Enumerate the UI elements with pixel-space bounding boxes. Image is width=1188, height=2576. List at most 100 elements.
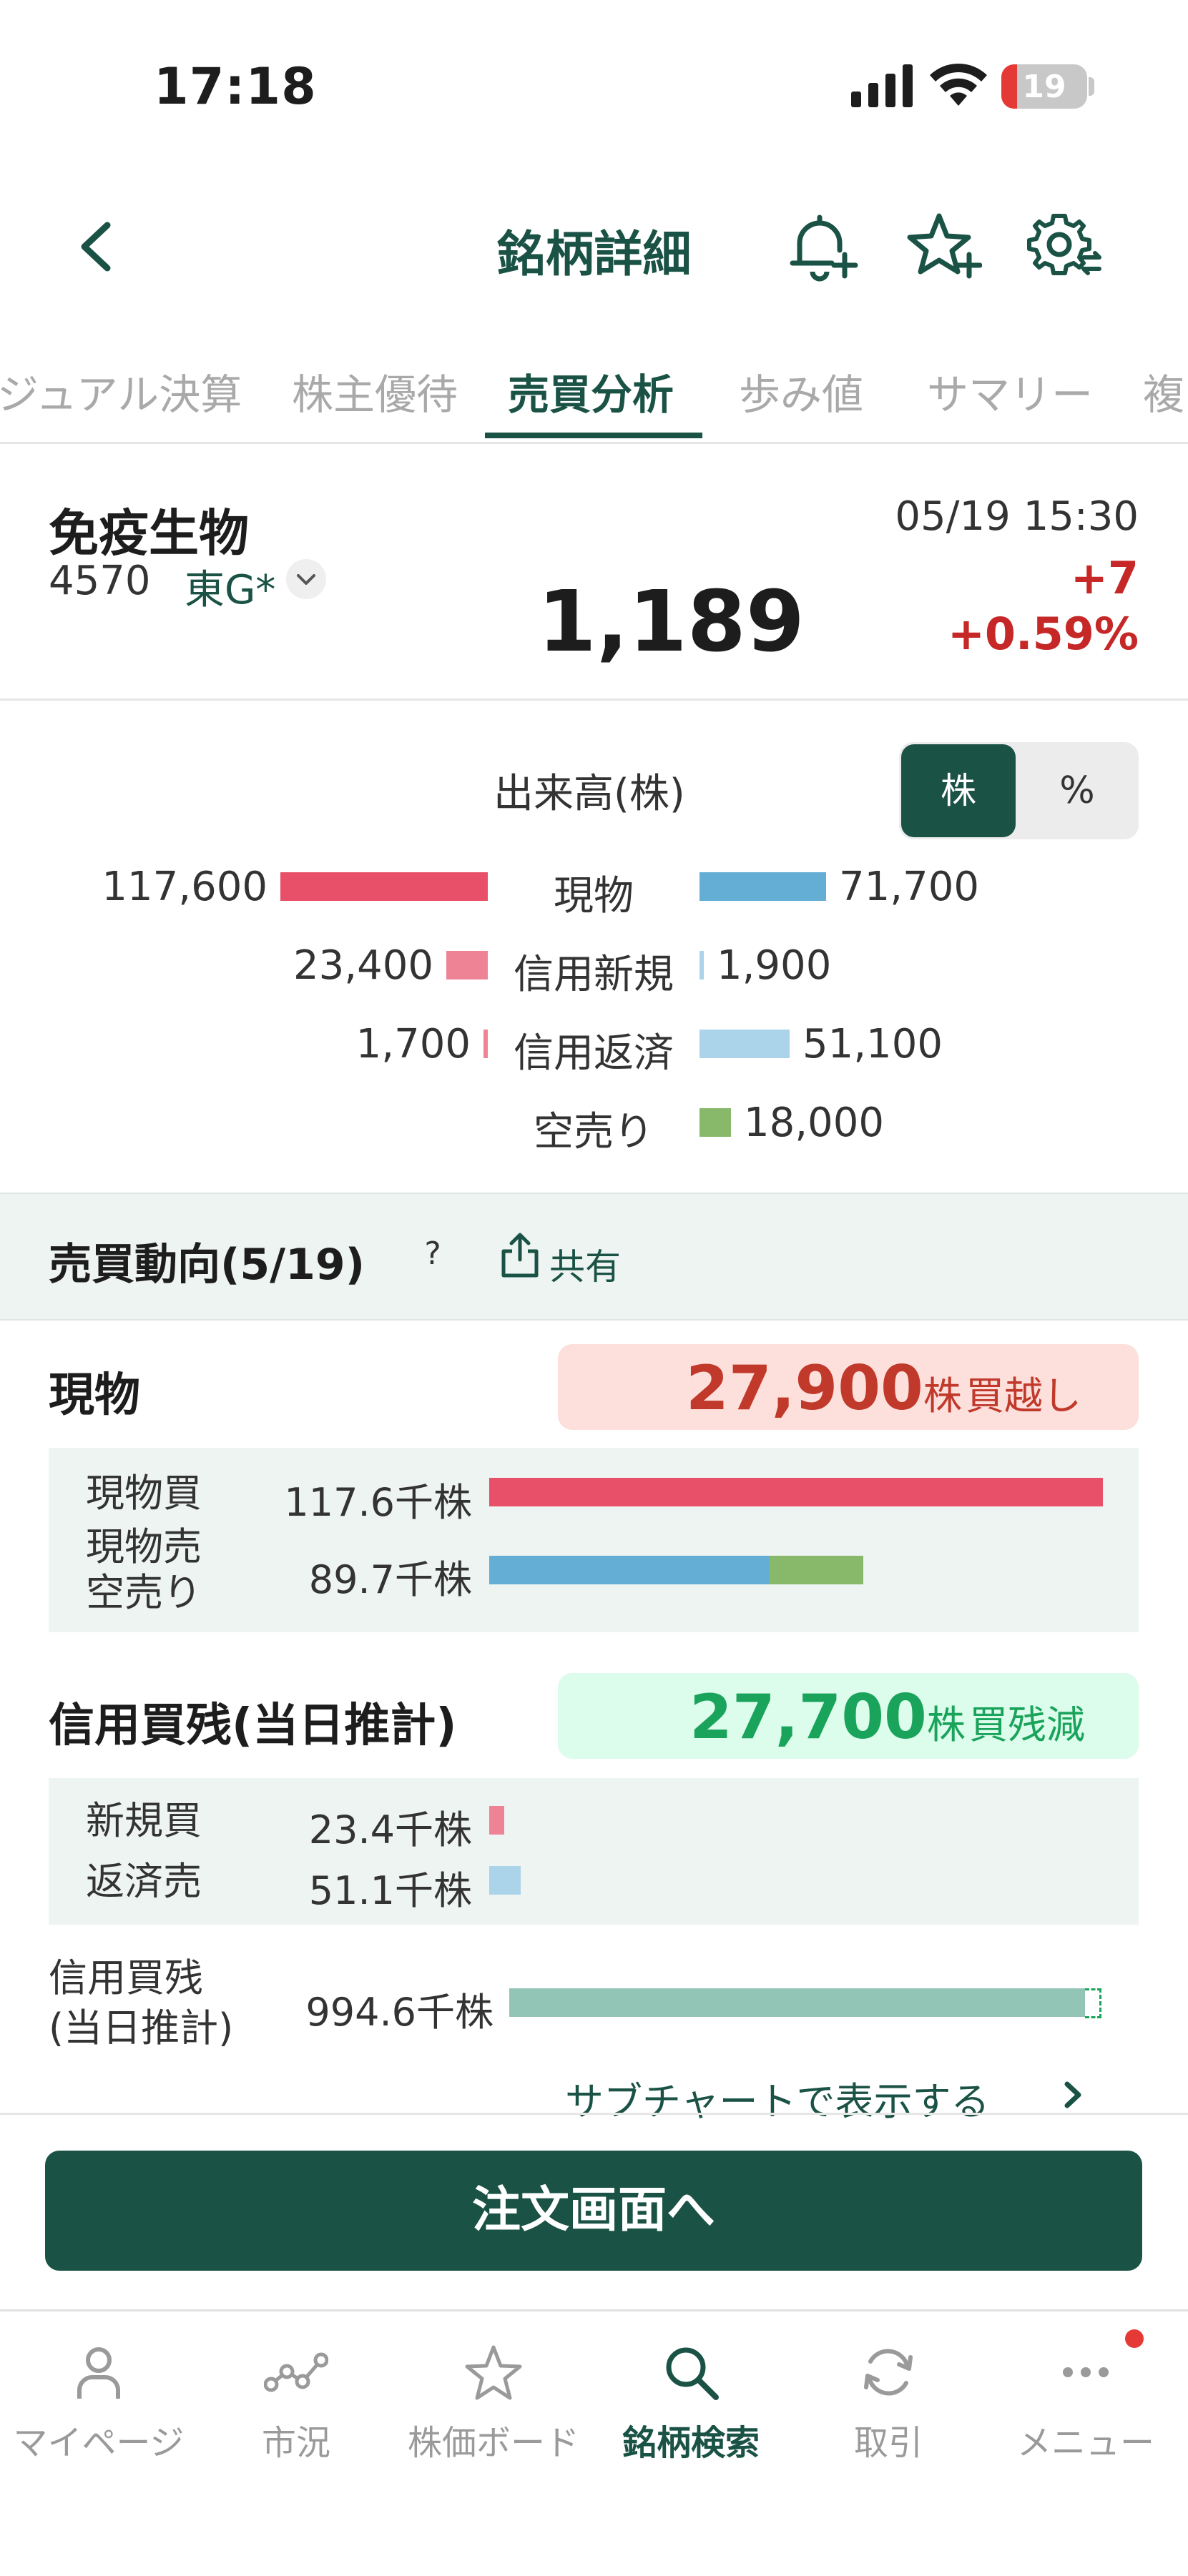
nav-menu[interactable]: メニュー bbox=[987, 2340, 1184, 2483]
new-buy-label: 新規買 bbox=[86, 1798, 202, 1843]
nav-price-board[interactable]: 株価ボード bbox=[395, 2340, 592, 2483]
repay-sell-value: 51.1千株 bbox=[308, 1868, 472, 1913]
volume-buy-bar bbox=[446, 951, 488, 979]
star-icon bbox=[465, 2345, 522, 2400]
volume-buy-value: 23,400 bbox=[293, 942, 433, 989]
page-title: 銘柄詳細 bbox=[496, 227, 692, 283]
short-sell-label: 空売り bbox=[86, 1570, 202, 1615]
volume-row-label: 信用新規 bbox=[514, 952, 674, 998]
volume-sell-bar bbox=[699, 872, 826, 901]
notification-badge bbox=[1125, 2329, 1144, 2348]
nav-mypage[interactable]: マイページ bbox=[0, 2340, 197, 2483]
toggle-percent[interactable]: % bbox=[1016, 744, 1139, 837]
cash-buy-label: 現物買 bbox=[86, 1471, 202, 1516]
share-label[interactable]: 共有 bbox=[549, 1238, 621, 1290]
nav-menu-label: メニュー bbox=[1016, 2423, 1154, 2463]
chevron-right-icon[interactable] bbox=[1059, 2077, 1087, 2113]
cash-sell-bar bbox=[489, 1556, 770, 1584]
volume-buy-bar bbox=[483, 1030, 488, 1058]
person-icon bbox=[77, 2347, 120, 2399]
nav-price-board-label: 株価ボード bbox=[407, 2423, 579, 2463]
repay-sell-label: 返済売 bbox=[86, 1859, 202, 1904]
cash-net-pill: 27,900株 買越し bbox=[558, 1344, 1139, 1430]
nav-stock-search-label: 銘柄検索 bbox=[622, 2423, 760, 2463]
refresh-icon bbox=[864, 2349, 913, 2396]
margin-balance-label: 信用買残 bbox=[49, 1955, 203, 2000]
volume-sell-value: 1,900 bbox=[717, 942, 832, 989]
volume-row-label: 空売り bbox=[534, 1109, 654, 1155]
bottom-nav: マイページ 市況 株価ボード 銘柄検索 取引 メニュー bbox=[0, 2309, 1188, 2576]
status-time: 17:18 bbox=[154, 57, 317, 116]
battery-level: 19 bbox=[1022, 69, 1066, 105]
tab-shareholder-benefits[interactable]: 株主優待 bbox=[292, 361, 458, 421]
volume-sell-value: 51,100 bbox=[802, 1021, 943, 1067]
repay-sell-bar bbox=[489, 1866, 521, 1895]
short-sell-bar bbox=[770, 1556, 863, 1584]
signal-icon bbox=[851, 64, 913, 107]
tab-visual-earnings[interactable]: ジュアル決算 bbox=[0, 361, 242, 421]
tab-tick-history[interactable]: 歩み値 bbox=[739, 361, 863, 421]
margin-balance-value: 994.6千株 bbox=[305, 1990, 494, 2035]
volume-buy-value: 1,700 bbox=[355, 1021, 471, 1067]
nav-market[interactable]: 市況 bbox=[197, 2340, 395, 2483]
cash-buy-bar bbox=[489, 1478, 1103, 1506]
margin-balance-sublabel: (当日推計) bbox=[49, 2005, 234, 2051]
tab-trade-analysis[interactable]: 売買分析 bbox=[508, 361, 674, 421]
battery-tip bbox=[1089, 77, 1094, 96]
toggle-shares[interactable]: 株 bbox=[901, 744, 1016, 837]
cash-sell-label: 現物売 bbox=[86, 1524, 202, 1569]
bell-add-icon[interactable] bbox=[782, 207, 860, 286]
margin-balance-bar bbox=[509, 1988, 1085, 2017]
nav-market-label: 市況 bbox=[261, 2423, 330, 2463]
battery-icon: 19 bbox=[1001, 64, 1087, 109]
volume-sell-bar bbox=[699, 1108, 731, 1137]
nav-trade[interactable]: 取引 bbox=[790, 2340, 987, 2483]
stock-divider bbox=[0, 699, 1188, 701]
order-screen-button[interactable]: 注文画面へ bbox=[45, 2151, 1142, 2271]
volume-title: 出来高(株) bbox=[494, 771, 685, 817]
cash-sell-value: 89.7千株 bbox=[308, 1557, 472, 1602]
market-icon bbox=[264, 2352, 328, 2392]
nav-stock-search[interactable]: 銘柄検索 bbox=[592, 2340, 790, 2483]
volume-sell-bar bbox=[699, 951, 704, 979]
search-icon bbox=[666, 2347, 719, 2400]
volume-row-label: 信用返済 bbox=[514, 1030, 674, 1077]
more-icon bbox=[1063, 2367, 1109, 2377]
cash-panel bbox=[49, 1448, 1139, 1632]
margin-panel bbox=[49, 1778, 1139, 1925]
subchart-link[interactable]: サブチャートで表示する bbox=[565, 2070, 989, 2126]
trend-title: 売買動向(5/19) bbox=[49, 1240, 365, 1290]
volume-sell-value: 71,700 bbox=[839, 864, 979, 910]
tab-divider bbox=[0, 442, 1188, 444]
tab-active-indicator bbox=[485, 433, 702, 438]
wifi-icon bbox=[930, 64, 987, 106]
tab-bar: ジュアル決算 株主優待 売買分析 歩み値 サマリー 複 bbox=[0, 361, 1188, 443]
margin-net-unit: 株 bbox=[926, 1702, 966, 1747]
star-add-icon[interactable] bbox=[903, 207, 982, 286]
volume-buy-bar bbox=[280, 872, 488, 901]
nav-trade-label: 取引 bbox=[853, 2423, 923, 2463]
nav-mypage-label: マイページ bbox=[13, 2423, 185, 2463]
tab-more[interactable]: 複 bbox=[1143, 361, 1184, 421]
margin-balance-change-marker bbox=[1085, 1988, 1101, 2018]
help-icon[interactable]: ? bbox=[415, 1235, 451, 1272]
tab-summary[interactable]: サマリー bbox=[927, 361, 1093, 421]
volume-sell-value: 18,000 bbox=[744, 1100, 884, 1146]
new-buy-bar bbox=[489, 1806, 504, 1835]
margin-net-value: 27,700 bbox=[689, 1682, 927, 1753]
cash-section-title: 現物 bbox=[49, 1369, 140, 1422]
volume-row-label: 現物 bbox=[554, 873, 634, 919]
settings-swap-icon[interactable] bbox=[1025, 207, 1104, 286]
cash-buy-value: 117.6千株 bbox=[284, 1480, 472, 1525]
price-change: +7 bbox=[1070, 552, 1139, 604]
cash-net-label: 買越し bbox=[966, 1373, 1081, 1418]
price-datetime: 05/19 15:30 bbox=[895, 493, 1139, 540]
share-icon[interactable] bbox=[499, 1231, 541, 1278]
margin-section-title: 信用買残(当日推計) bbox=[49, 1699, 457, 1752]
margin-net-label: 買残減 bbox=[969, 1702, 1085, 1747]
new-buy-value: 23.4千株 bbox=[308, 1807, 472, 1852]
cash-net-unit: 株 bbox=[923, 1373, 962, 1418]
volume-buy-value: 117,600 bbox=[102, 864, 267, 910]
margin-net-pill: 27,700株 買残減 bbox=[558, 1673, 1139, 1759]
volume-sell-bar bbox=[699, 1030, 790, 1058]
